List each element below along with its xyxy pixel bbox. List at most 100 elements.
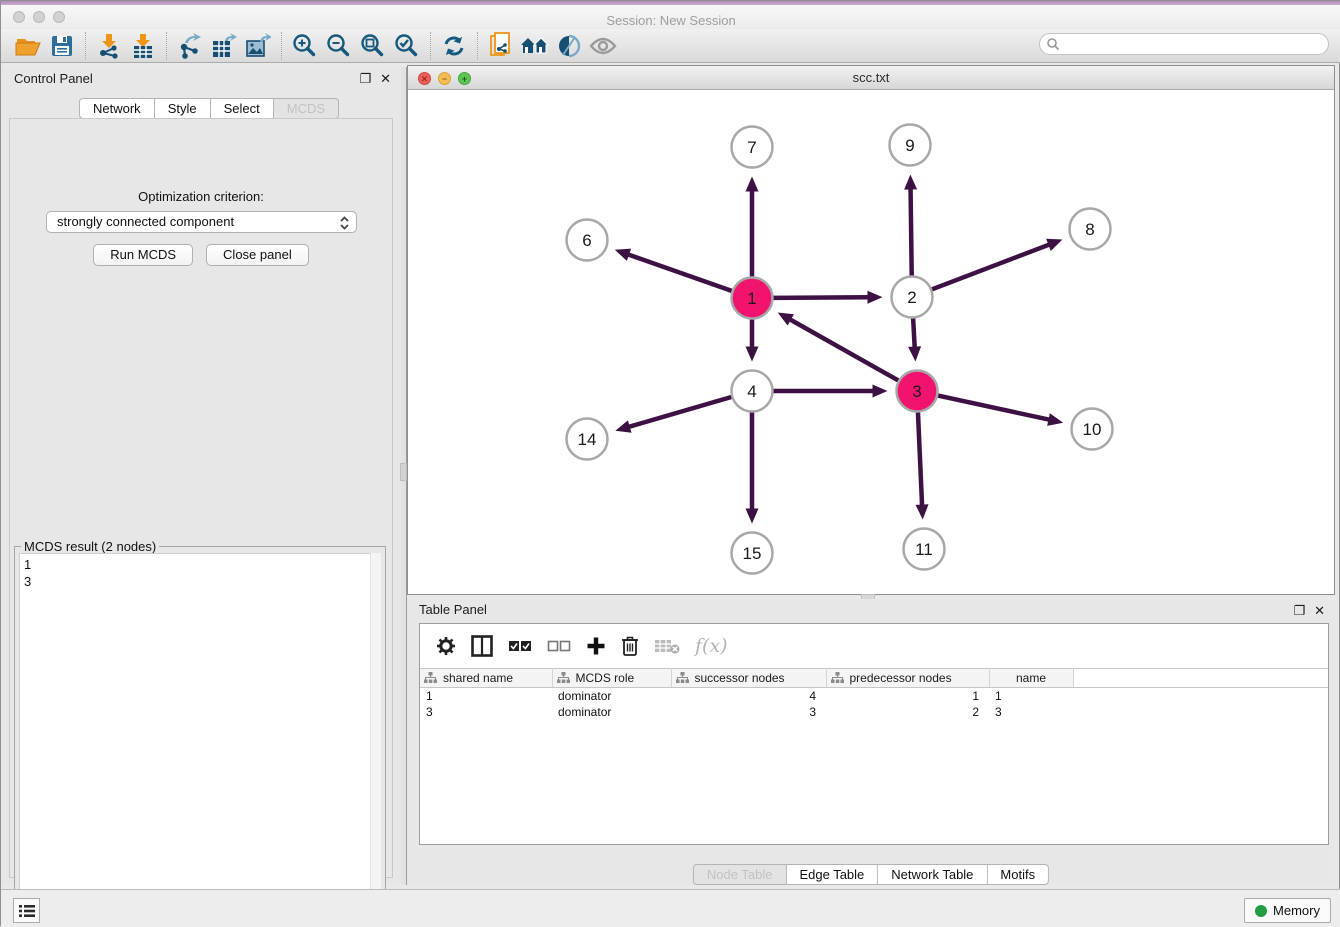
tab-motifs[interactable]: Motifs [987,864,1049,885]
graph-node-label-1: 1 [747,289,756,308]
tab-edge-table[interactable]: Edge Table [786,864,878,885]
memory-button[interactable]: Memory [1244,898,1331,923]
node-table-container: f(x) shared name MCDS role successor nod… [419,623,1329,845]
close-panel-button[interactable]: Close panel [206,244,309,266]
close-panel-icon[interactable]: ✕ [380,71,391,87]
close-table-panel-icon[interactable]: ✕ [1314,603,1325,619]
graph-arrowhead-3-11 [916,504,929,519]
zoom-out-icon[interactable] [322,31,356,61]
graph-arrowhead-1-6 [615,249,631,261]
tab-style[interactable]: Style [155,98,211,119]
tab-network[interactable]: Network [79,98,155,119]
graph-node-label-9: 9 [905,136,914,155]
titlebar: Session: New Session [1,5,1340,29]
vertical-splitter-handle[interactable] [400,463,407,481]
graph-edge-2-3[interactable] [913,318,915,348]
criterion-select[interactable]: strongly connected component [46,211,357,233]
search-icon [1046,37,1060,51]
graph-edge-2-9[interactable] [911,187,912,275]
graph-edge-1-6[interactable] [627,254,732,291]
export-image-icon[interactable] [241,31,275,61]
graph-edge-4-14[interactable] [628,397,732,427]
status-bar: Memory [1,889,1340,927]
column-header-shared-name[interactable]: shared name [420,669,552,688]
graph-node-label-7: 7 [747,138,756,157]
delete-row-icon[interactable] [621,635,639,657]
network-from-selection-icon[interactable] [484,31,518,61]
table-row[interactable]: 3 dominator 3 2 3 [420,704,1328,720]
network-window-titlebar: ✕ − + scc.txt [408,66,1334,90]
table-row[interactable]: 1 dominator 4 1 1 [420,688,1328,704]
graph-arrowhead-4-15 [746,509,759,524]
run-mcds-button[interactable]: Run MCDS [93,244,193,266]
tab-node-table[interactable]: Node Table [693,864,787,885]
search-input[interactable] [1039,33,1329,55]
export-network-icon[interactable] [173,31,207,61]
toolbar-separator [477,32,478,60]
header-filler [1073,669,1328,688]
function-builder-icon[interactable]: f(x) [695,635,728,657]
network-view-window: ✕ − + scc.txt 7968124314101511 [407,65,1335,595]
graph-node-label-11: 11 [915,540,933,559]
open-folder-icon[interactable] [11,31,45,61]
graph-arrowhead-2-8 [1046,239,1062,251]
zoom-selected-icon[interactable] [390,31,424,61]
graph-arrowhead-4-14 [615,420,631,432]
task-history-button[interactable] [13,898,40,923]
graph-edge-3-11[interactable] [918,412,922,506]
save-icon[interactable] [45,31,79,61]
eye-icon[interactable] [586,31,620,61]
control-panel: Control Panel ❐ ✕ Network Style Select M… [1,67,401,885]
unselect-all-icon[interactable] [547,639,571,653]
graph-node-label-4: 4 [747,382,756,401]
table-panel-title: Table Panel [419,602,487,617]
toolbar-separator [430,32,431,60]
float-panel-icon[interactable]: ❐ [359,71,371,87]
import-network-icon[interactable] [92,31,126,61]
graph-arrowhead-2-3 [908,346,921,361]
graph-edge-3-1[interactable] [789,319,898,381]
add-row-icon[interactable] [586,636,606,656]
table-panel-tabs: Node Table Edge Table Network Table Moti… [693,864,1049,885]
network-window-title: scc.txt [408,66,1334,90]
toolbar-separator [85,32,86,60]
application-window: Session: New Session [0,0,1340,926]
toolbar-separator [166,32,167,60]
tab-network-table[interactable]: Network Table [878,864,987,885]
toolbar-separator [281,32,282,60]
mcds-result-text[interactable]: 1 3 [19,553,381,919]
refresh-icon[interactable] [437,31,471,61]
graph-edge-2-8[interactable] [932,244,1050,289]
column-header-name[interactable]: name [989,669,1073,688]
style-preview-icon[interactable] [552,31,586,61]
delete-table-icon[interactable] [654,637,680,655]
column-header-successor-nodes[interactable]: successor nodes [671,669,826,688]
criterion-value: strongly connected component [57,214,234,229]
graph-edge-3-10[interactable] [938,396,1050,420]
tab-select[interactable]: Select [211,98,274,119]
graph-node-label-6: 6 [582,231,591,250]
column-browser-icon[interactable] [471,635,493,657]
gear-icon[interactable] [436,636,456,656]
graph-node-label-3: 3 [912,382,921,401]
network-canvas[interactable]: 7968124314101511 [408,90,1334,594]
export-table-icon[interactable] [207,31,241,61]
column-header-predecessor-nodes[interactable]: predecessor nodes [826,669,989,688]
home-icon[interactable] [518,31,552,61]
import-table-icon[interactable] [126,31,160,61]
result-scrollbar[interactable] [370,553,381,919]
zoom-in-icon[interactable] [288,31,322,61]
graph-edge-1-2[interactable] [773,297,869,298]
mcds-result-title: MCDS result (2 nodes) [21,539,159,554]
table-toolbar: f(x) [420,624,1328,668]
network-graph[interactable]: 7968124314101511 [408,90,1334,594]
optimization-criterion-label: Optimization criterion: [10,189,392,204]
mcds-panel: Optimization criterion: strongly connect… [9,118,393,878]
node-table: shared name MCDS role successor nodes pr… [420,668,1328,720]
float-table-panel-icon[interactable]: ❐ [1293,603,1305,619]
column-header-mcds-role[interactable]: MCDS role [552,669,671,688]
tab-mcds[interactable]: MCDS [274,98,339,119]
graph-node-label-10: 10 [1083,420,1102,439]
select-all-icon[interactable] [508,639,532,653]
zoom-fit-icon[interactable] [356,31,390,61]
